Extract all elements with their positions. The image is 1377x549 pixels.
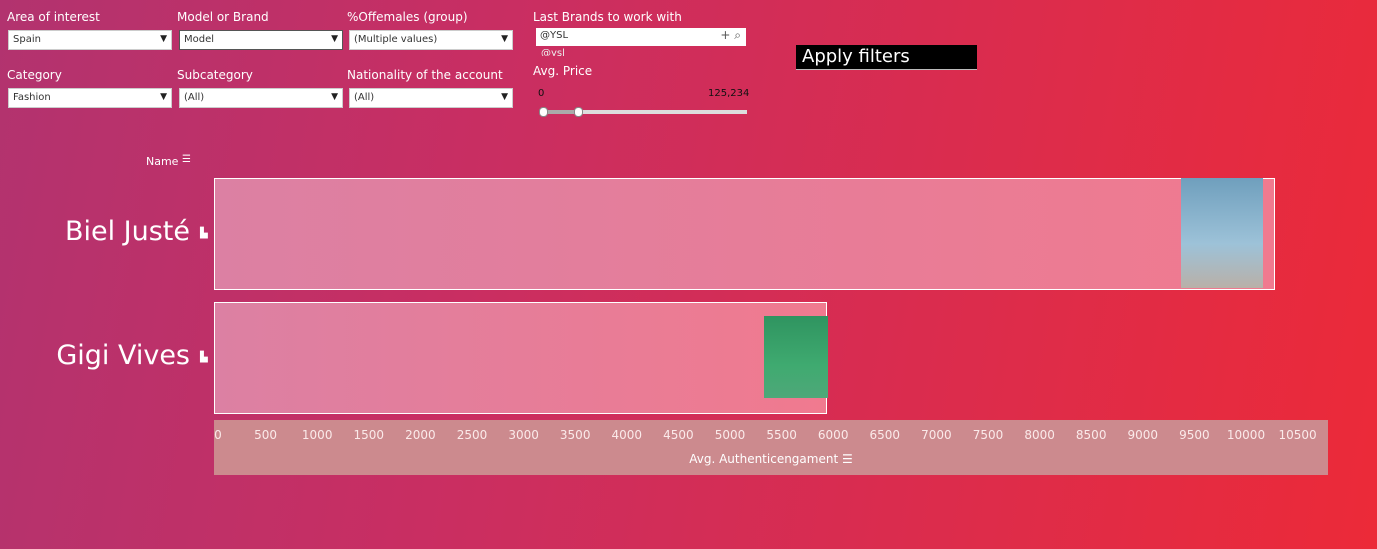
x-tick-label: 2500 <box>456 428 488 442</box>
x-tick-label: 9500 <box>1179 428 1210 442</box>
subcategory-dropdown[interactable]: (All) ▼ <box>179 88 343 108</box>
chevron-down-icon: ▼ <box>331 92 338 102</box>
x-tick-label: 8000 <box>1024 428 1055 442</box>
x-tick-label: 10500 <box>1278 428 1317 442</box>
females-label: %Offemales (group) <box>347 10 468 24</box>
area-dropdown[interactable]: Spain ▼ <box>8 30 172 50</box>
x-tick-label: 3500 <box>559 428 591 442</box>
subcategory-label: Subcategory <box>177 68 253 82</box>
brands-suggestion[interactable]: @ysl <box>541 48 565 56</box>
name-axis-label: Name <box>146 155 179 168</box>
x-axis: Avg. Authenticengament ☰ 0 500 1000 1500 200… <box>214 420 1328 475</box>
x-tick-label: 7500 <box>972 428 1004 442</box>
category-label: Gigi Vives <box>56 340 190 371</box>
x-axis-label: Avg. Authenticengament <box>689 452 839 466</box>
plus-search-icon[interactable]: + ⌕ <box>720 28 741 43</box>
area-label: Area of interest <box>7 10 100 24</box>
profile-photo <box>1180 178 1263 288</box>
nationality-label: Nationality of the account <box>347 68 503 82</box>
x-tick-label: 5000 <box>714 428 746 442</box>
apply-filters-button[interactable]: Apply filters <box>796 45 977 70</box>
slider-max-handle[interactable] <box>574 107 584 117</box>
x-tick-label: 7000 <box>921 428 952 442</box>
area-value: Spain <box>13 34 41 45</box>
profile-photo <box>764 316 828 398</box>
price-slider[interactable] <box>539 107 747 117</box>
brands-search-input[interactable]: @YSL + ⌕ <box>536 28 746 46</box>
model-brand-dropdown[interactable]: Model ▼ <box>179 30 343 50</box>
females-value: (Multiple values) <box>354 34 438 45</box>
price-max: 125,234 <box>708 88 750 99</box>
bar-chart-icon[interactable]: ▙ <box>200 228 208 239</box>
category-value: Fashion <box>13 92 51 103</box>
x-tick-label: 1500 <box>353 428 385 442</box>
chevron-down-icon: ▼ <box>160 34 167 44</box>
slider-min-handle[interactable] <box>539 107 548 117</box>
brands-value: @YSL <box>540 30 569 41</box>
bar-chart-icon[interactable]: ▙ <box>200 352 208 363</box>
model-brand-value: Model <box>184 34 215 45</box>
x-tick-label: 0 <box>214 428 222 442</box>
bar[interactable] <box>214 302 827 414</box>
bar[interactable] <box>214 178 1275 290</box>
nationality-dropdown[interactable]: (All) ▼ <box>349 88 513 108</box>
price-min: 0 <box>538 88 545 99</box>
x-tick-label: 6500 <box>869 428 901 442</box>
x-tick-label: 5500 <box>766 428 797 442</box>
chevron-down-icon: ▼ <box>160 92 167 102</box>
x-tick-label: 1000 <box>301 428 333 442</box>
category-label: Category <box>7 68 62 82</box>
sort-icon[interactable]: ☰ <box>182 154 191 165</box>
chevron-down-icon: ▼ <box>331 34 338 44</box>
x-tick-label: 3000 <box>508 428 539 442</box>
category-label: Biel Justé <box>64 216 190 247</box>
x-axis-title: Avg. Authenticengament ☰ <box>214 452 1328 466</box>
nationality-value: (All) <box>354 92 375 103</box>
females-dropdown[interactable]: (Multiple values) ▼ <box>349 30 513 50</box>
x-tick-label: 6000 <box>817 428 849 442</box>
category-dropdown[interactable]: Fashion ▼ <box>8 88 172 108</box>
x-tick-label: 2000 <box>405 428 436 442</box>
chevron-down-icon: ▼ <box>501 92 508 102</box>
chevron-down-icon: ▼ <box>501 34 508 44</box>
price-label: Avg. Price <box>533 64 593 78</box>
x-tick-label: 500 <box>254 428 278 442</box>
x-tick-label: 8500 <box>1075 428 1107 442</box>
x-tick-label: 4500 <box>663 428 694 442</box>
x-tick-label: 10000 <box>1226 428 1266 442</box>
model-brand-label: Model or Brand <box>177 10 269 24</box>
x-tick-label: 4000 <box>611 428 643 442</box>
sort-icon[interactable]: ☰ <box>842 452 853 466</box>
x-tick-label: 9000 <box>1127 428 1159 442</box>
subcategory-value: (All) <box>184 92 205 103</box>
brands-label: Last Brands to work with <box>533 10 682 24</box>
